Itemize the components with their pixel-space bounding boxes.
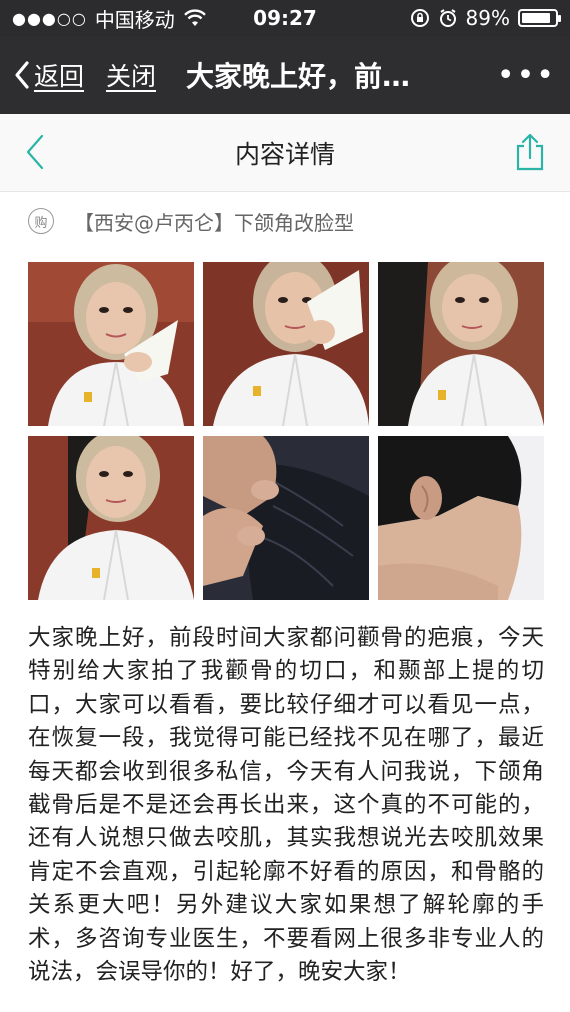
tag-row[interactable]: 购 【西安@卢丙仑】下颌角改脸型 [0, 192, 570, 250]
back-button[interactable]: 返回 [14, 57, 84, 93]
signal-strength-icon: ●●●○○ [12, 8, 87, 28]
share-icon[interactable] [514, 132, 546, 172]
rotation-lock-icon [410, 9, 429, 27]
close-button[interactable]: 关闭 [106, 57, 156, 93]
photo-1[interactable] [28, 262, 194, 426]
battery-fill [522, 13, 551, 23]
more-button[interactable]: ••• [497, 58, 556, 93]
photo-2[interactable] [203, 262, 369, 426]
photo-5[interactable] [203, 436, 369, 600]
status-bar: ●●●○○ 中国移动 09:27 89% [0, 0, 570, 36]
page-header: 内容详情 [0, 114, 570, 192]
tag-text: 【西安@卢丙仑】下颌角改脸型 [74, 210, 354, 235]
photo-grid [28, 262, 544, 600]
wifi-icon [183, 9, 206, 26]
nav-bar: 返回 关闭 大家晚上好，前… ••• [0, 36, 570, 114]
battery-icon [518, 9, 561, 27]
article-body: 大家晚上好，前段时间大家都问颧骨的疤痕，今天特别给大家拍了我颧骨的切口，和颞部上… [28, 625, 544, 986]
shopping-tag-icon: 购 [28, 208, 54, 234]
content-page: 内容详情 购 【西安@卢丙仑】下颌角改脸型 大家晚上好，前段时间大家都问颧骨的疤… [0, 114, 570, 1012]
carrier-label: 中国移动 [94, 7, 175, 32]
alarm-icon [439, 9, 456, 27]
battery-percent: 89% [465, 6, 510, 30]
photo-3[interactable] [378, 262, 544, 426]
back-chevron-icon[interactable] [24, 132, 46, 172]
page-title: 内容详情 [234, 139, 335, 169]
chevron-left-icon [15, 61, 29, 89]
nav-title: 大家晚上好，前… [186, 60, 411, 93]
back-label: 返回 [34, 62, 85, 91]
photo-4[interactable] [28, 436, 194, 600]
photo-6[interactable] [378, 436, 544, 600]
